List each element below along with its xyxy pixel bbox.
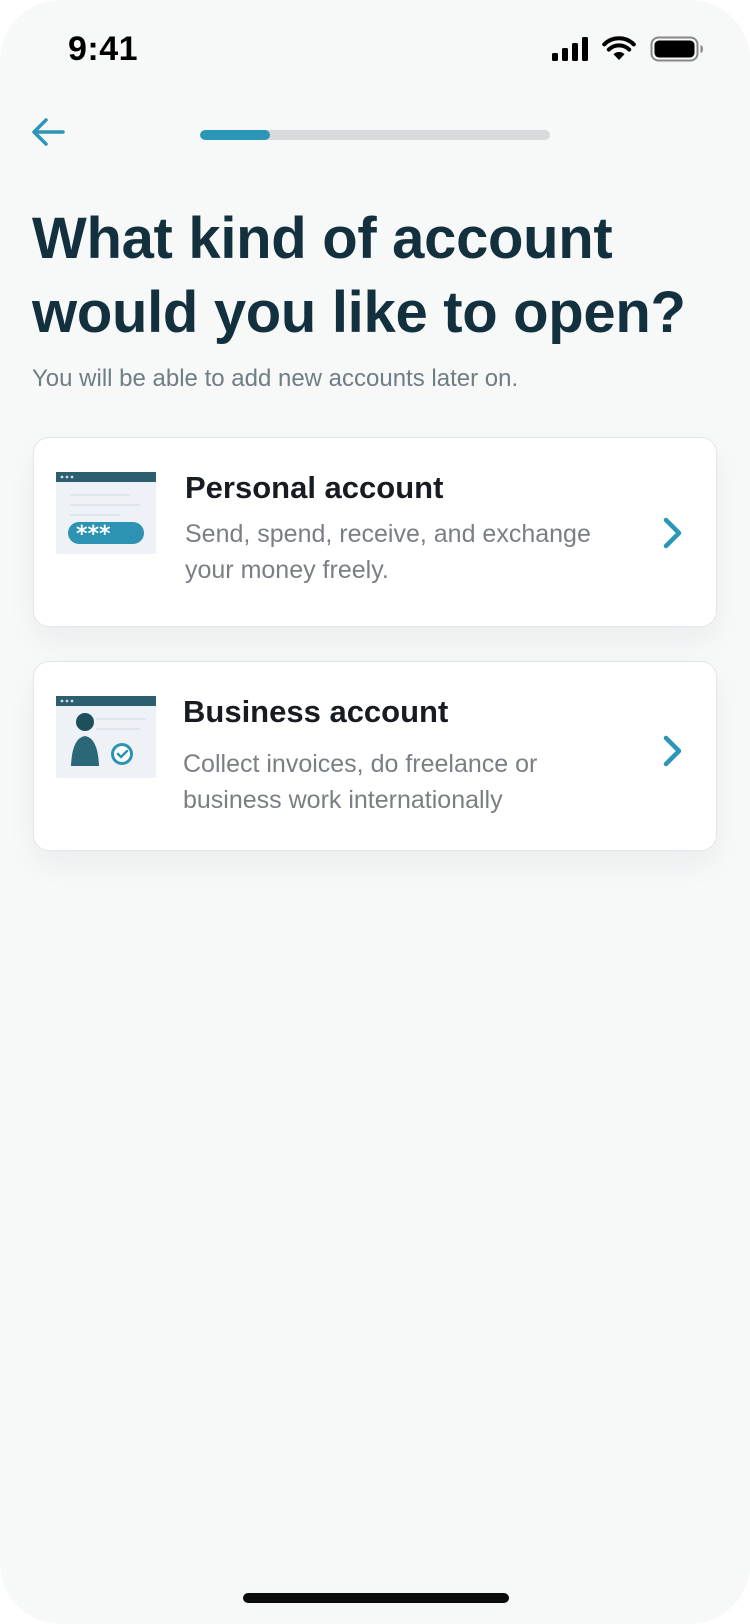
chevron-right-icon <box>663 517 682 549</box>
progress-bar-fill <box>200 130 270 140</box>
personal-account-title: Personal account <box>185 470 444 505</box>
wifi-icon <box>602 36 636 60</box>
arrow-left-icon <box>32 118 65 146</box>
business-account-option[interactable]: Business account Collect invoices, do fr… <box>33 661 717 851</box>
svg-text:***: *** <box>76 522 111 547</box>
battery-icon <box>650 36 703 62</box>
business-account-title: Business account <box>183 694 449 729</box>
cellular-signal-icon <box>552 37 588 61</box>
progress-bar <box>200 130 550 140</box>
password-window-icon: *** <box>56 472 156 554</box>
status-icons <box>552 36 704 62</box>
phone-screen: 9:41 What kind of account would you like… <box>0 0 750 1624</box>
page-subtitle: You will be able to add new accounts lat… <box>32 365 519 392</box>
status-time: 9:41 <box>68 30 139 68</box>
personal-account-description: Send, spend, receive, and exchange your … <box>185 520 591 584</box>
chevron-right-icon <box>663 735 682 767</box>
verified-user-window-icon <box>56 696 156 778</box>
back-button[interactable] <box>28 112 68 152</box>
page-title: What kind of account would you like to o… <box>32 206 686 345</box>
status-bar: 9:41 <box>0 0 750 100</box>
personal-account-option[interactable]: *** Personal account Send, spend, receiv… <box>33 437 717 627</box>
business-account-description: Collect invoices, do freelance or busine… <box>183 750 538 814</box>
home-indicator <box>243 1593 509 1603</box>
